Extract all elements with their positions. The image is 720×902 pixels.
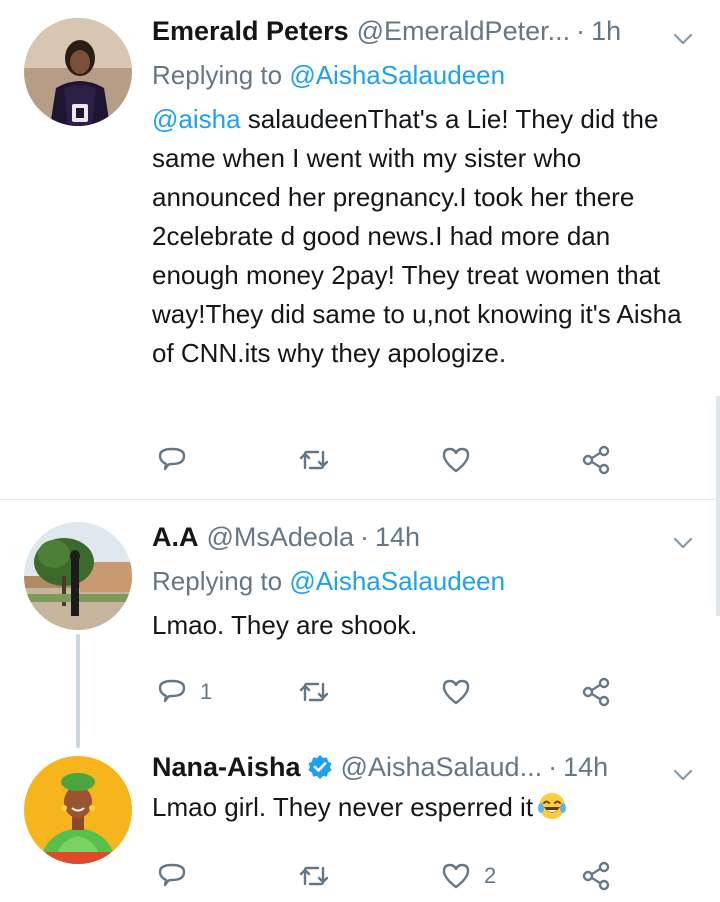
share-button[interactable] (580, 672, 612, 712)
share-button[interactable] (580, 440, 612, 480)
timestamp[interactable]: 14h (375, 520, 420, 554)
tweet-1[interactable]: Emerald Peters @EmeraldPeter... · 1h Rep… (0, 0, 720, 500)
tweet-body: salaudeenThat's a Lie! They did the same… (152, 104, 682, 368)
replying-to-mention[interactable]: @AishaSalaudeen (289, 60, 505, 90)
verified-badge-icon (308, 755, 332, 779)
retweet-icon (299, 450, 329, 470)
replying-to: Replying to @AishaSalaudeen (152, 58, 690, 92)
retweet-button[interactable] (298, 440, 342, 480)
like-button[interactable] (440, 672, 484, 712)
chevron-down-icon[interactable] (672, 764, 694, 786)
tweet-actions: 1 (156, 672, 626, 712)
chevron-down-icon[interactable] (672, 28, 694, 50)
reply-count: 1 (200, 679, 213, 704)
heart-icon (442, 447, 470, 473)
display-name[interactable]: Nana-Aisha (152, 750, 301, 784)
share-button[interactable] (580, 856, 612, 896)
tweet-3[interactable]: Nana-Aisha @AishaSalaud... · 14h Lmao gi… (0, 740, 720, 902)
replying-to: Replying to @AishaSalaudeen (152, 564, 690, 598)
retweet-icon (299, 866, 329, 886)
tweet-text: Lmao. They are shook. (152, 610, 418, 640)
replying-to-label: Replying to (152, 566, 283, 596)
reply-button[interactable] (156, 440, 200, 480)
timestamp[interactable]: 1h (591, 14, 621, 48)
avatar-illustration-icon (24, 756, 132, 864)
display-name[interactable]: A.A (152, 520, 199, 554)
share-icon (582, 861, 610, 891)
tweet-header: A.A @MsAdeola · 14h (152, 520, 690, 554)
retweet-button[interactable] (298, 856, 342, 896)
share-icon (582, 677, 610, 707)
tweet-2[interactable]: A.A @MsAdeola · 14h Replying to @AishaSa… (0, 500, 720, 748)
like-button[interactable] (440, 440, 484, 480)
reply-icon (158, 447, 186, 471)
user-handle[interactable]: @MsAdeola (207, 520, 354, 554)
display-name[interactable]: Emerald Peters (152, 14, 349, 48)
chevron-down-icon[interactable] (672, 532, 694, 554)
separator: · (359, 522, 369, 552)
reply-icon (158, 863, 186, 887)
retweet-button[interactable] (298, 672, 342, 712)
timestamp[interactable]: 14h (563, 750, 608, 784)
avatar-photo-icon (24, 522, 132, 630)
like-button[interactable]: 2 (440, 856, 496, 896)
retweet-icon (299, 682, 329, 702)
share-icon (582, 445, 610, 475)
tweet-body: Lmao girl. They never esperred it (152, 792, 534, 822)
separator: · (548, 752, 558, 782)
heart-icon (442, 679, 470, 705)
reply-button[interactable]: 1 (156, 672, 212, 712)
avatar[interactable] (24, 522, 132, 630)
avatar-photo-icon (24, 18, 132, 126)
user-handle[interactable]: @AishaSalaud... (341, 750, 543, 784)
tweet-text: @aisha salaudeenThat's a Lie! They did t… (152, 100, 690, 373)
reply-icon (158, 679, 186, 703)
avatar[interactable] (24, 18, 132, 126)
tweet-header: Emerald Peters @EmeraldPeter... · 1h (152, 14, 690, 48)
tweet-text: Lmao girl. They never esperred it (152, 788, 690, 827)
replying-to-mention[interactable]: @AishaSalaudeen (289, 566, 505, 596)
user-handle[interactable]: @EmeraldPeter... (357, 14, 571, 48)
heart-icon (442, 863, 470, 889)
reply-button[interactable] (156, 856, 200, 896)
mention-link[interactable]: @aisha (152, 104, 241, 134)
thread-line (76, 634, 80, 748)
separator: · (576, 16, 586, 46)
like-count: 2 (484, 863, 497, 888)
face-with-tears-of-joy-icon (538, 793, 567, 819)
tweet-header: Nana-Aisha @AishaSalaud... · 14h (152, 750, 690, 784)
tweet-actions: 2 (156, 856, 626, 896)
replying-to-label: Replying to (152, 60, 283, 90)
tweet-actions (156, 440, 626, 480)
avatar[interactable] (24, 756, 132, 864)
